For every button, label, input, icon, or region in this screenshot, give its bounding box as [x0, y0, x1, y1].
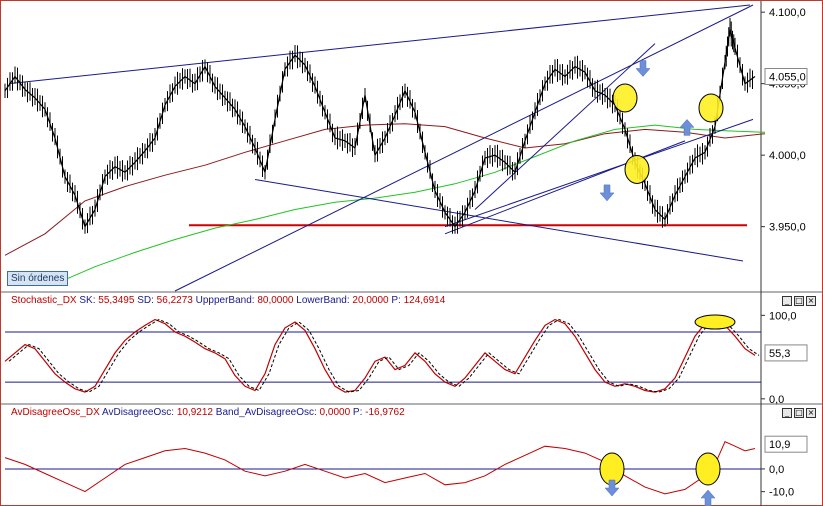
- disagree-name: AvDisagreeOsc_DX: [11, 407, 100, 418]
- upper-band-value: 80,0000: [257, 295, 294, 306]
- disagree-label: AvDisagreeOsc:: [101, 407, 175, 418]
- stochastic-sd-line: [8, 318, 760, 393]
- maximize-button[interactable]: □: [794, 408, 804, 418]
- axis-tick-label: -10,0: [769, 487, 794, 499]
- disagree-period-value: -16,9762: [365, 407, 405, 418]
- maximize-button[interactable]: □: [794, 296, 804, 306]
- chart-canvas: 4.100,04.050,04.000,03.950,0100,00,00,0-…: [1, 1, 823, 506]
- close-button[interactable]: ×: [806, 408, 816, 418]
- chart-window: 4.100,04.050,04.000,03.950,0100,00,00,0-…: [0, 0, 823, 506]
- disagree-value: 10,9212: [176, 407, 213, 418]
- close-button[interactable]: ×: [806, 296, 816, 306]
- band-label: Band_AvDisagreeOsc:: [215, 407, 317, 418]
- highlight-circle: [698, 93, 724, 123]
- axis-tick-label: 3.950,0: [769, 222, 806, 234]
- stochastic-window-buttons: _ □ ×: [782, 296, 816, 306]
- upper-band-label: UppperBand:: [195, 295, 255, 306]
- highlight-circle: [612, 83, 638, 113]
- last-value-label: 4.055,0: [769, 72, 806, 84]
- trend-line: [254, 178, 744, 262]
- lower-band-label: LowerBand:: [296, 295, 350, 306]
- fast-moving-average-line: [54, 124, 766, 285]
- highlight-circle: [694, 314, 736, 330]
- minimize-button[interactable]: _: [782, 408, 792, 418]
- sd-value: 56,2273: [156, 295, 193, 306]
- last-value-label: 55,3: [769, 348, 790, 360]
- minimize-button[interactable]: _: [782, 296, 792, 306]
- axis-tick-label: 0,0: [769, 464, 784, 476]
- lower-band-value: 20,0000: [352, 295, 389, 306]
- axis-tick-label: 4.100,0: [769, 7, 806, 19]
- disagree-window-buttons: _ □ ×: [782, 408, 816, 418]
- period-label: P:: [391, 295, 401, 306]
- highlight-circle: [624, 154, 650, 184]
- sd-label: SD:: [137, 295, 154, 306]
- axis-tick-label: 4.000,0: [769, 150, 806, 162]
- sk-value: 55,3495: [98, 295, 135, 306]
- last-value-label: 10,9: [769, 439, 790, 451]
- disagree-panel-title: AvDisagreeOsc_DX AvDisagreeOsc: 10,9212 …: [11, 407, 405, 418]
- trend-line: [444, 140, 686, 235]
- disagree-period-label: P:: [352, 407, 363, 418]
- buy-arrow-icon: [700, 489, 716, 506]
- disagree-osc-line: [4, 441, 756, 495]
- axis-tick-label: 100,0: [769, 310, 797, 322]
- sell-arrow-icon: [599, 184, 615, 202]
- order-status-badge[interactable]: Sin órdenes: [7, 271, 69, 286]
- axis-tick-label: 0,0: [769, 394, 784, 406]
- period-value: 124,6914: [403, 295, 446, 306]
- highlight-circle: [695, 452, 721, 486]
- band-value: 0,0000: [319, 407, 351, 418]
- sell-arrow-icon: [635, 60, 651, 77]
- stochastic-name: Stochastic_DX: [11, 295, 77, 306]
- stochastic-panel-title: Stochastic_DX SK: 55,3495 SD: 56,2273 Up…: [11, 295, 445, 306]
- sk-label: SK:: [79, 295, 96, 306]
